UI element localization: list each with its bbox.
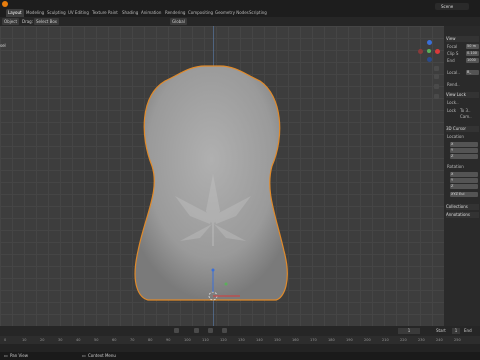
drag-label: Drag:	[22, 19, 34, 24]
timeline-tick: 150	[274, 338, 281, 342]
timeline-tick: 110	[202, 338, 209, 342]
timeline-tick: 50	[94, 338, 99, 342]
local-camera-label: Local..	[447, 70, 460, 75]
cursor-rot-y[interactable]: Y	[450, 178, 478, 183]
timeline-tick: 240	[436, 338, 443, 342]
grid-icon[interactable]	[434, 94, 439, 99]
pan-view-label: Pan View	[10, 353, 28, 358]
mouse-icon: ▭	[4, 353, 8, 358]
tab-animation[interactable]: Animation	[141, 9, 161, 17]
camera-view-icon[interactable]	[434, 84, 439, 89]
timeline-tick: 180	[328, 338, 335, 342]
tab-rendering[interactable]: Rendering	[165, 9, 185, 17]
timeline-tick: 210	[382, 338, 389, 342]
timeline-ruler[interactable]: 0 10 20 30 40 50 60 70 80 90 100 110 120 130 140 150 160…	[0, 336, 480, 344]
timeline-tick: 0	[4, 338, 7, 342]
timeline-tick: 20	[40, 338, 45, 342]
cursor-rot-z[interactable]: Z	[450, 184, 478, 189]
mesh-object	[134, 65, 288, 301]
timeline-tick: 140	[256, 338, 263, 342]
tab-compositing[interactable]: Compositing	[188, 9, 213, 17]
tab-layout[interactable]: Layout	[6, 9, 24, 17]
orientation-dropdown[interactable]: Global	[170, 18, 187, 25]
timeline-tick: 60	[112, 338, 117, 342]
timeline-tick: 170	[310, 338, 317, 342]
focal-field[interactable]: 50 m	[466, 44, 479, 49]
tab-scripting[interactable]: Scripting	[249, 9, 267, 17]
object-button[interactable]: Object	[2, 18, 20, 25]
timeline-tick: 220	[400, 338, 407, 342]
timeline-tick: 250	[454, 338, 461, 342]
current-frame-field[interactable]: 1	[398, 328, 420, 334]
timeline-tick: 160	[292, 338, 299, 342]
timeline-tick: 230	[418, 338, 425, 342]
cursor-loc-y[interactable]: Y	[450, 148, 478, 153]
play-icon[interactable]	[208, 328, 213, 333]
cursor-rot-x[interactable]: X	[450, 172, 478, 177]
pan-icon[interactable]	[434, 74, 439, 79]
tab-uv-editing[interactable]: UV Editing	[68, 9, 89, 17]
rotation-mode-dropdown[interactable]: XYZ Eul	[450, 192, 478, 197]
timeline-tick: 120	[220, 338, 227, 342]
render-region-checkbox[interactable]: Rend..	[447, 82, 460, 88]
timeline-header: 1 Start 1 End	[0, 326, 480, 336]
3d-viewport[interactable]: sel	[0, 26, 444, 326]
timeline-tick: 90	[166, 338, 171, 342]
cursor-loc-z[interactable]: Z	[450, 154, 478, 159]
3d-cursor-header[interactable]: 3D Cursor	[446, 126, 479, 132]
lock-camera[interactable]: Cam..	[460, 114, 472, 120]
play-reverse-icon[interactable]	[194, 328, 199, 333]
topbar: Layout Modeling Sculpting UV Editing Tex…	[0, 0, 480, 17]
navigation-gizmo[interactable]	[418, 40, 440, 62]
tab-shading[interactable]: Shading	[122, 9, 138, 17]
jump-start-icon[interactable]	[174, 328, 179, 333]
tab-texture-paint[interactable]: Texture Paint	[92, 9, 118, 17]
timeline-tick: 100	[184, 338, 191, 342]
timeline-tick: 10	[22, 338, 27, 342]
lock-object-label: Lock..	[447, 100, 459, 105]
view-lock-header[interactable]: View Lock	[446, 92, 479, 98]
context-menu-label: Context Menu	[88, 353, 116, 358]
rotation-label: Rotation	[447, 164, 464, 169]
local-camera-field[interactable]: B_	[466, 70, 479, 75]
status-bar: ▭ Pan View ▭ Context Menu	[0, 352, 480, 360]
timeline-body[interactable]	[0, 344, 480, 352]
start-frame-label: Start	[436, 328, 446, 333]
tab-modeling[interactable]: Modeling	[26, 9, 44, 17]
jump-end-icon[interactable]	[222, 328, 227, 333]
collections-header[interactable]: Collections	[446, 204, 479, 210]
lock-label: Lock	[447, 108, 457, 113]
clip-end-label: End	[447, 58, 455, 63]
start-frame-field[interactable]: 1	[452, 328, 460, 334]
blender-logo-icon[interactable]	[2, 1, 8, 7]
annotations-header[interactable]: Annotations	[446, 212, 479, 218]
sidebar-n-panel: View Focal 50 m Clip S 0.100 End 1000 Lo…	[444, 26, 480, 326]
cursor-loc-x[interactable]: X	[450, 142, 478, 147]
tab-sculpting[interactable]: Sculpting	[47, 9, 66, 17]
focal-label: Focal	[447, 44, 458, 49]
location-label: Location	[447, 134, 464, 139]
viewport-header: Object Drag: Select Box Global Opti	[0, 17, 480, 43]
tab-geometry-nodes[interactable]: Geometry Nodes	[215, 9, 249, 17]
mesh-svg	[134, 65, 288, 301]
clip-start-label: Clip S	[447, 51, 459, 56]
mouse-right-icon: ▭	[82, 353, 86, 358]
select-box-dropdown[interactable]: Select Box	[34, 18, 60, 25]
timeline-tick: 130	[238, 338, 245, 342]
view-section-header[interactable]: View	[446, 36, 479, 42]
timeline-tick: 80	[148, 338, 153, 342]
timeline-tick: 40	[76, 338, 81, 342]
end-frame-label: End	[464, 328, 472, 333]
zoom-icon[interactable]	[434, 66, 439, 71]
clip-start-field[interactable]: 0.100	[466, 51, 479, 56]
timeline-tick: 30	[58, 338, 63, 342]
scene-selector[interactable]: Scene	[435, 3, 469, 10]
timeline-tick: 70	[130, 338, 135, 342]
timeline-tick: 200	[364, 338, 371, 342]
timeline-tick: 190	[346, 338, 353, 342]
clip-end-field[interactable]: 1000	[466, 58, 479, 63]
